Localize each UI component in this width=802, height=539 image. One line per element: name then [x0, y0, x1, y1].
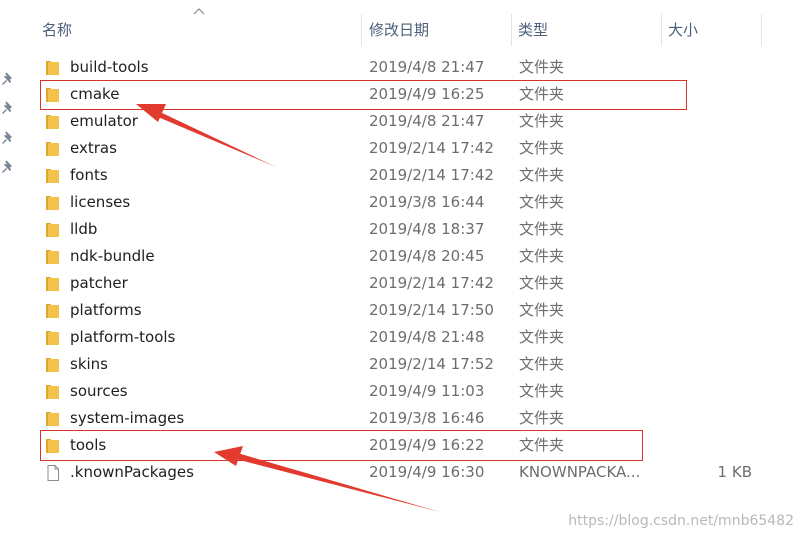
folder-icon [46, 358, 59, 372]
file-type: 文件夹 [519, 166, 565, 184]
file-name: cmake [70, 85, 120, 103]
file-row[interactable]: platform-tools 2019/4/8 21:48 文件夹 [0, 324, 802, 351]
file-date-modified: 2019/4/9 16:25 [369, 85, 485, 103]
file-name: .knownPackages [70, 463, 194, 481]
file-name: tools [70, 436, 107, 454]
file-name: licenses [70, 193, 131, 211]
file-date-modified: 2019/4/9 16:30 [369, 463, 485, 481]
file-date-modified: 2019/4/8 21:48 [369, 328, 485, 346]
file-row[interactable]: sources 2019/4/9 11:03 文件夹 [0, 378, 802, 405]
file-type: 文件夹 [519, 274, 565, 292]
folder-icon [46, 412, 59, 426]
file-row[interactable]: cmake 2019/4/9 16:25 文件夹 [0, 81, 802, 108]
folder-icon [46, 304, 59, 318]
file-date-modified: 2019/4/9 11:03 [369, 382, 485, 400]
column-header-date[interactable]: 修改日期 [363, 0, 511, 46]
folder-icon [46, 169, 59, 183]
folder-icon [46, 115, 59, 129]
column-divider[interactable] [761, 14, 762, 46]
file-date-modified: 2019/4/8 20:45 [369, 247, 485, 265]
file-date-modified: 2019/4/9 16:22 [369, 436, 485, 454]
file-type: 文件夹 [519, 139, 565, 157]
file-row[interactable]: lldb 2019/4/8 18:37 文件夹 [0, 216, 802, 243]
file-name: system-images [70, 409, 185, 427]
file-row[interactable]: ndk-bundle 2019/4/8 20:45 文件夹 [0, 243, 802, 270]
file-icon [47, 465, 59, 481]
folder-icon [46, 61, 59, 75]
folder-icon [46, 385, 59, 399]
watermark-text: https://blog.csdn.net/mnb65482 [568, 513, 794, 529]
file-name: platforms [70, 301, 142, 319]
file-name: extras [70, 139, 117, 157]
file-name: lldb [70, 220, 98, 238]
file-row[interactable]: patcher 2019/2/14 17:42 文件夹 [0, 270, 802, 297]
file-name: build-tools [70, 58, 149, 76]
file-row[interactable]: licenses 2019/3/8 16:44 文件夹 [0, 189, 802, 216]
folder-icon [46, 88, 59, 102]
file-date-modified: 2019/2/14 17:50 [369, 301, 494, 319]
column-header-name[interactable]: 名称 [36, 0, 361, 46]
file-date-modified: 2019/2/14 17:42 [369, 139, 494, 157]
file-date-modified: 2019/4/8 21:47 [369, 112, 485, 130]
column-header-bar: 名称 修改日期 类型 大小 [18, 0, 802, 46]
folder-icon [46, 277, 59, 291]
file-type: 文件夹 [519, 247, 565, 265]
folder-icon [46, 223, 59, 237]
file-type: 文件夹 [519, 58, 565, 76]
file-type: 文件夹 [519, 301, 565, 319]
file-type: 文件夹 [519, 409, 565, 427]
file-explorer-window: 名称 修改日期 类型 大小 build-tools 2019/4/8 21:47 文… [0, 0, 802, 539]
folder-icon [46, 142, 59, 156]
column-header-size[interactable]: 大小 [662, 0, 761, 46]
file-name: patcher [70, 274, 128, 292]
file-size: 1 KB [717, 463, 752, 481]
column-divider[interactable] [361, 14, 362, 46]
folder-icon [46, 331, 59, 345]
file-row[interactable]: build-tools 2019/4/8 21:47 文件夹 [0, 54, 802, 81]
folder-icon [46, 196, 59, 210]
file-row[interactable]: extras 2019/2/14 17:42 文件夹 [0, 135, 802, 162]
file-date-modified: 2019/2/14 17:42 [369, 166, 494, 184]
file-row[interactable]: skins 2019/2/14 17:52 文件夹 [0, 351, 802, 378]
file-row[interactable]: system-images 2019/3/8 16:46 文件夹 [0, 405, 802, 432]
file-date-modified: 2019/3/8 16:44 [369, 193, 485, 211]
file-row[interactable]: .knownPackages 2019/4/9 16:30 KNOWNPACKA..… [0, 459, 802, 486]
file-row[interactable]: fonts 2019/2/14 17:42 文件夹 [0, 162, 802, 189]
file-name: ndk-bundle [70, 247, 155, 265]
file-name: skins [70, 355, 108, 373]
file-date-modified: 2019/4/8 21:47 [369, 58, 485, 76]
file-type: 文件夹 [519, 85, 565, 103]
file-type: 文件夹 [519, 112, 565, 130]
folder-icon [46, 250, 59, 264]
file-type: 文件夹 [519, 355, 565, 373]
file-row[interactable]: platforms 2019/2/14 17:50 文件夹 [0, 297, 802, 324]
file-row[interactable]: emulator 2019/4/8 21:47 文件夹 [0, 108, 802, 135]
file-type: 文件夹 [519, 193, 565, 211]
file-date-modified: 2019/3/8 16:46 [369, 409, 485, 427]
file-type: 文件夹 [519, 436, 565, 454]
file-type: KNOWNPACKA... [519, 463, 641, 481]
folder-icon [46, 439, 59, 453]
file-type: 文件夹 [519, 382, 565, 400]
file-date-modified: 2019/4/8 18:37 [369, 220, 485, 238]
file-name: sources [70, 382, 128, 400]
file-name: fonts [70, 166, 108, 184]
file-date-modified: 2019/2/14 17:42 [369, 274, 494, 292]
file-name: emulator [70, 112, 138, 130]
file-row[interactable]: tools 2019/4/9 16:22 文件夹 [0, 432, 802, 459]
file-type: 文件夹 [519, 328, 565, 346]
column-header-type[interactable]: 类型 [512, 0, 661, 46]
file-date-modified: 2019/2/14 17:52 [369, 355, 494, 373]
file-type: 文件夹 [519, 220, 565, 238]
file-name: platform-tools [70, 328, 176, 346]
